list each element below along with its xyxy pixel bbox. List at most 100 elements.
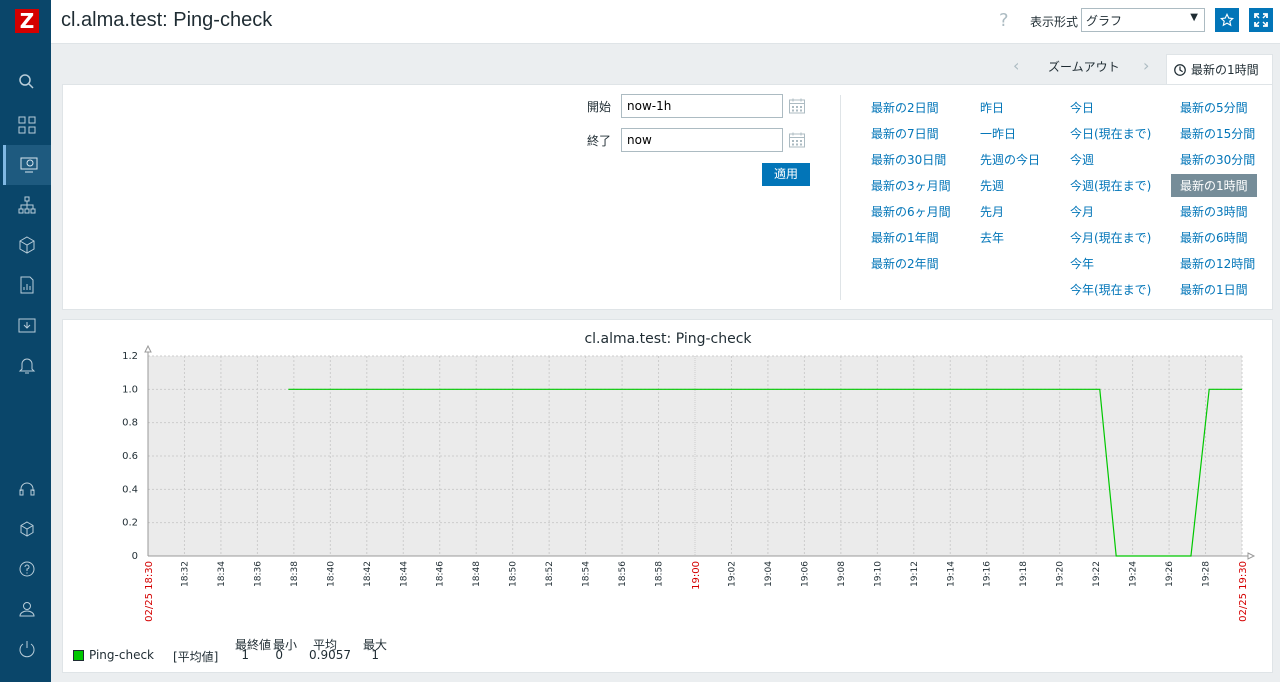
x-tick-label: 18:40: [326, 561, 336, 587]
page-title: cl.alma.test: Ping-check: [61, 9, 273, 31]
quick-range-link[interactable]: 去年: [980, 229, 1004, 246]
quick-range-link[interactable]: 最新の7日間: [871, 125, 939, 142]
x-tick-label: 19:10: [873, 561, 883, 587]
reports-icon[interactable]: [3, 265, 51, 305]
y-tick-label: 1.2: [122, 351, 138, 362]
quick-range-link[interactable]: 今日: [1070, 99, 1094, 116]
question-icon[interactable]: ?: [999, 10, 1009, 31]
logout-icon[interactable]: [3, 629, 51, 669]
network-icon[interactable]: [3, 185, 51, 225]
sidebar: Z: [0, 0, 51, 682]
quick-range-link[interactable]: 今月: [1070, 203, 1094, 220]
quick-range-link[interactable]: 今日(現在まで): [1070, 125, 1151, 142]
quick-range-link[interactable]: 一昨日: [980, 125, 1016, 142]
quick-range-link[interactable]: 今月(現在まで): [1070, 229, 1151, 246]
x-tick-label: 19:28: [1202, 561, 1212, 587]
quick-range-link[interactable]: 最新の1年間: [871, 229, 939, 246]
x-tick-label: 18:46: [436, 561, 446, 587]
support-icon[interactable]: [3, 469, 51, 509]
quick-range-link[interactable]: 最新の2日間: [871, 99, 939, 116]
integrations-icon[interactable]: [3, 509, 51, 549]
time-tab-label: 最新の1時間: [1191, 63, 1259, 77]
quick-range-link[interactable]: 最新の5分間: [1180, 99, 1248, 116]
x-tick-label: 18:50: [509, 561, 519, 587]
y-tick-label: 0: [132, 551, 138, 562]
x-tick-label: 19:22: [1092, 561, 1102, 587]
x-tick-label: 19:14: [946, 561, 956, 587]
view-as-label: 表示形式: [1030, 15, 1079, 29]
to-input[interactable]: [621, 128, 783, 152]
quick-range-link[interactable]: 最新の15分間: [1180, 125, 1255, 142]
x-tick-label: 18:32: [180, 561, 190, 587]
y-tick-label: 0.2: [122, 518, 138, 529]
apply-button[interactable]: 適用: [762, 163, 810, 186]
calendar-icon[interactable]: [788, 97, 806, 115]
chevron-left-icon[interactable]: ‹: [1013, 56, 1019, 75]
view-as-select[interactable]: グラフ ▼: [1081, 8, 1205, 32]
quick-range-link[interactable]: 今年: [1070, 255, 1094, 272]
quick-range-link[interactable]: 最新の2年間: [871, 255, 939, 272]
monitoring-icon[interactable]: [3, 145, 51, 185]
time-period-tab[interactable]: 最新の1時間: [1166, 54, 1273, 84]
chevron-right-icon[interactable]: ›: [1143, 56, 1149, 75]
fullscreen-button[interactable]: [1249, 8, 1273, 32]
from-input[interactable]: [621, 94, 783, 118]
favorite-button[interactable]: [1215, 8, 1239, 32]
quick-range-link[interactable]: 最新の1日間: [1180, 281, 1248, 298]
x-tick-label: 19:02: [727, 561, 737, 587]
x-tick-label: 18:38: [290, 561, 300, 587]
quick-range-link[interactable]: 最新の12時間: [1180, 255, 1255, 272]
quick-range-link[interactable]: 先週: [980, 177, 1004, 194]
quick-range-link[interactable]: 最新の3時間: [1180, 203, 1248, 220]
x-tick-label: 19:26: [1165, 561, 1175, 587]
legend-value: 0.9057: [309, 648, 351, 662]
x-tick-label: 18:58: [655, 561, 665, 587]
x-tick-label: 18:44: [399, 561, 409, 587]
divider: [840, 95, 841, 300]
inventory-icon[interactable]: [3, 225, 51, 265]
dashboard-icon[interactable]: [3, 105, 51, 145]
quick-range-link[interactable]: 先月: [980, 203, 1004, 220]
quick-range-link[interactable]: 最新の30日間: [871, 151, 946, 168]
legend-series-name: Ping-check: [89, 648, 154, 662]
fullscreen-icon: [1254, 13, 1268, 27]
x-tick-label: 18:56: [618, 561, 628, 587]
x-tick-label: 19:12: [910, 561, 920, 587]
quick-range-link[interactable]: 最新の3ヶ月間: [871, 177, 951, 194]
data-collection-icon[interactable]: [3, 305, 51, 345]
x-tick-label: 18:36: [253, 561, 263, 587]
x-tick-label: 19:18: [1019, 561, 1029, 587]
x-tick-label: 18:42: [363, 561, 373, 587]
zoom-out-button[interactable]: ズームアウト: [1048, 58, 1120, 75]
x-tick-label: 18:52: [545, 561, 555, 587]
help-icon[interactable]: [3, 549, 51, 589]
x-tick-label: 19:20: [1056, 561, 1066, 587]
x-major-tick-label: 19:00: [691, 561, 702, 590]
y-tick-label: 0.4: [122, 484, 138, 495]
quick-range-link[interactable]: 今週: [1070, 151, 1094, 168]
quick-range-link[interactable]: 最新の6時間: [1180, 229, 1248, 246]
star-icon: [1220, 13, 1234, 27]
legend-value: 1: [371, 648, 379, 662]
quick-range-link[interactable]: 先週の今日: [980, 151, 1040, 168]
quick-range-link[interactable]: 最新の6ヶ月間: [871, 203, 951, 220]
quick-range-link[interactable]: 最新の30分間: [1180, 151, 1255, 168]
graph-panel: cl.alma.test: Ping-check 0 0.2 0.4 0.6 0.8 1.0…: [62, 319, 1273, 673]
x-tick-label: 18:34: [217, 561, 227, 587]
quick-range-link[interactable]: 今週(現在まで): [1070, 177, 1151, 194]
view-as-value: グラフ: [1086, 14, 1123, 28]
y-tick-label: 1.0: [122, 384, 138, 395]
user-icon[interactable]: [3, 589, 51, 629]
x-tick-label: 19:04: [764, 561, 774, 587]
legend-value: 0: [275, 648, 283, 662]
quick-range-link[interactable]: 最新の1時間: [1171, 174, 1257, 197]
search-icon[interactable]: [3, 62, 51, 102]
time-filter-panel: 開始 終了 適用 最新の2日間最新の7日間最新の30日間最新の3ヶ月間最新の6ヶ…: [62, 84, 1273, 310]
quick-range-link[interactable]: 昨日: [980, 99, 1004, 116]
zabbix-logo[interactable]: Z: [15, 9, 39, 33]
quick-range-link[interactable]: 今年(現在まで): [1070, 281, 1151, 298]
y-axis-arrow: [144, 344, 152, 353]
calendar-icon[interactable]: [788, 131, 806, 149]
alerts-icon[interactable]: [3, 345, 51, 385]
x-tick-label: 18:54: [582, 561, 592, 587]
